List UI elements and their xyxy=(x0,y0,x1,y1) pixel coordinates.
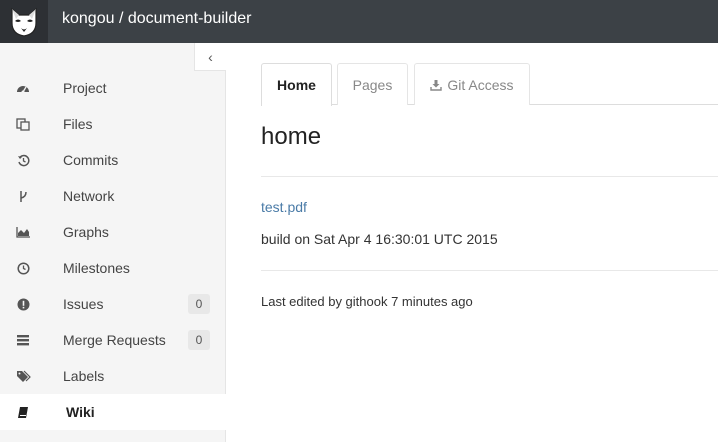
sidebar-item-labels[interactable]: Labels xyxy=(0,358,226,394)
tasks-icon xyxy=(15,333,31,347)
divider xyxy=(261,270,718,271)
sidebar-item-project[interactable]: Project xyxy=(0,70,226,106)
clock-icon xyxy=(15,261,31,275)
sidebar-item-label: Issues xyxy=(63,296,104,312)
sidebar-item-label: Labels xyxy=(63,368,105,384)
sidebar-item-network[interactable]: Network xyxy=(0,178,226,214)
main-content: Home Pages Git Access home test.pdf buil… xyxy=(226,43,718,442)
sidebar-item-label: Project xyxy=(63,80,107,96)
sidebar-item-label: Files xyxy=(63,116,93,132)
sidebar-item-label: Merge Requests xyxy=(63,332,166,348)
sidebar-item-commits[interactable]: Commits xyxy=(0,142,226,178)
sidebar-item-label: Network xyxy=(63,188,115,204)
wiki-tabs: Home Pages Git Access xyxy=(261,63,718,106)
fox-logo-icon xyxy=(11,7,37,37)
sidebar-item-wiki[interactable]: Wiki xyxy=(0,394,226,430)
project-title[interactable]: kongou / document-builder xyxy=(62,0,251,43)
dashboard-icon xyxy=(15,81,31,95)
sidebar-nav: Project Files Commits Network Graphs Mil… xyxy=(0,70,226,430)
last-edited-text: Last edited by githook 7 minutes ago xyxy=(261,294,473,309)
merge-requests-count-badge: 0 xyxy=(188,330,210,350)
sidebar-item-label: Wiki xyxy=(66,404,95,420)
pdf-link[interactable]: test.pdf xyxy=(261,199,307,215)
sidebar: ‹ Project Files Commits Network Graphs M… xyxy=(0,43,226,442)
chevron-left-icon: ‹ xyxy=(208,48,213,65)
build-info-text: build on Sat Apr 4 16:30:01 UTC 2015 xyxy=(261,231,498,247)
sidebar-item-label: Commits xyxy=(63,152,119,168)
sidebar-item-label: Milestones xyxy=(63,260,130,276)
code-fork-icon xyxy=(15,189,31,203)
issues-count-badge: 0 xyxy=(188,294,210,314)
tab-label: Home xyxy=(277,77,316,93)
tab-label: Git Access xyxy=(447,76,514,93)
sidebar-item-graphs[interactable]: Graphs xyxy=(0,214,226,250)
history-icon xyxy=(15,153,31,167)
tags-icon xyxy=(15,369,31,383)
exclamation-circle-icon xyxy=(15,297,31,311)
gitlab-logo[interactable] xyxy=(0,0,48,43)
sidebar-collapse-button[interactable]: ‹ xyxy=(194,43,226,71)
sidebar-item-milestones[interactable]: Milestones xyxy=(0,250,226,286)
book-icon xyxy=(15,405,31,419)
top-header: kongou / document-builder xyxy=(0,0,718,43)
tab-label: Pages xyxy=(352,76,393,93)
tab-home[interactable]: Home xyxy=(261,63,332,106)
tab-git-access[interactable]: Git Access xyxy=(414,63,530,105)
files-icon xyxy=(15,117,31,131)
sidebar-item-issues[interactable]: Issues 0 xyxy=(0,286,226,322)
tab-pages[interactable]: Pages xyxy=(337,63,408,105)
download-icon xyxy=(430,79,443,91)
sidebar-item-merge-requests[interactable]: Merge Requests 0 xyxy=(0,322,226,358)
page-title: home xyxy=(261,123,322,150)
sidebar-item-label: Graphs xyxy=(63,224,109,240)
sidebar-item-files[interactable]: Files xyxy=(0,106,226,142)
divider xyxy=(261,176,718,177)
area-chart-icon xyxy=(15,225,31,239)
